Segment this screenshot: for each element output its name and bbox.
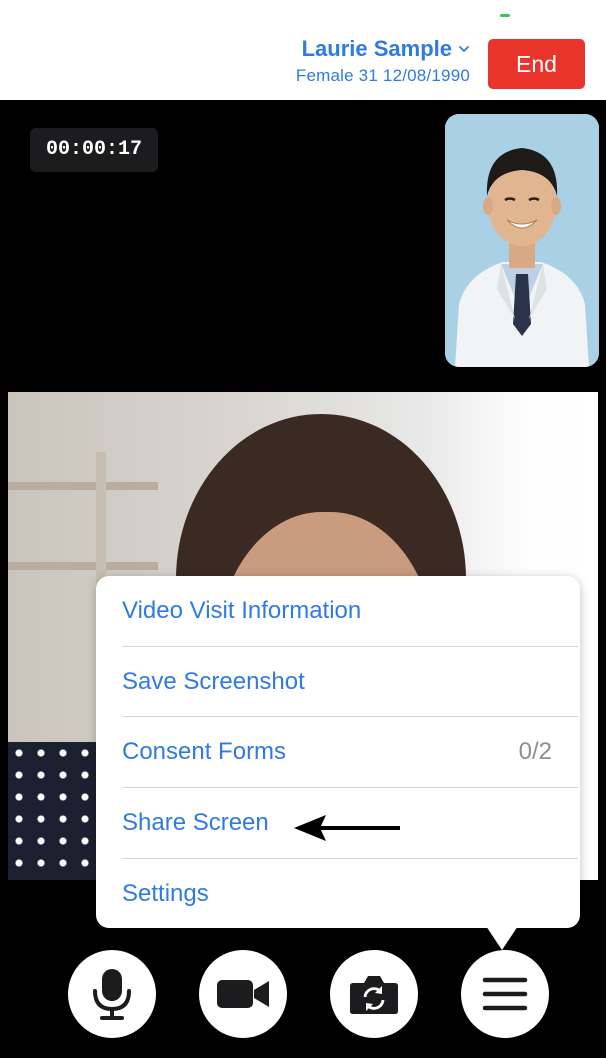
microphone-button[interactable] (68, 950, 156, 1038)
doctor-portrait (445, 114, 599, 367)
patient-name: Laurie Sample (301, 36, 452, 61)
video-visit-screen: Laurie Sample Female 31 12/08/1990 End 0… (0, 0, 606, 1058)
menu-item-consent-forms[interactable]: Consent Forms 0/2 (122, 717, 578, 787)
end-call-button[interactable]: End (488, 39, 585, 89)
menu-item-label: Video Visit Information (122, 597, 362, 624)
patient-name-row[interactable]: Laurie Sample (230, 34, 470, 64)
switch-camera-icon (350, 976, 398, 1014)
menu-item-label: Settings (122, 880, 209, 907)
menu-item-video-visit-information[interactable]: Video Visit Information (122, 576, 578, 646)
patient-info[interactable]: Laurie Sample Female 31 12/08/1990 (230, 34, 470, 86)
call-timer: 00:00:17 (30, 128, 158, 172)
menu-item-save-screenshot[interactable]: Save Screenshot (122, 647, 578, 717)
annotation-arrow-icon (294, 815, 400, 841)
menu-item-settings[interactable]: Settings (122, 859, 578, 929)
menu-pointer (486, 926, 518, 950)
header: Laurie Sample Female 31 12/08/1990 End (0, 0, 606, 100)
microphone-icon (93, 969, 131, 1020)
menu-button[interactable] (461, 950, 549, 1038)
switch-camera-button[interactable] (330, 950, 418, 1038)
status-indicator (500, 14, 510, 17)
self-view-video[interactable] (445, 114, 599, 367)
patient-demographics: Female 31 12/08/1990 (295, 66, 470, 85)
menu-icon (482, 977, 528, 1011)
consent-forms-count: 0/2 (518, 738, 552, 765)
video-camera-icon (217, 980, 269, 1008)
options-menu: Video Visit Information Save Screenshot … (96, 576, 580, 928)
menu-item-label: Consent Forms (122, 738, 287, 765)
menu-item-label: Share Screen (122, 809, 269, 836)
menu-item-label: Save Screenshot (122, 668, 305, 695)
chevron-down-icon[interactable] (458, 44, 470, 54)
camera-toggle-button[interactable] (199, 950, 287, 1038)
